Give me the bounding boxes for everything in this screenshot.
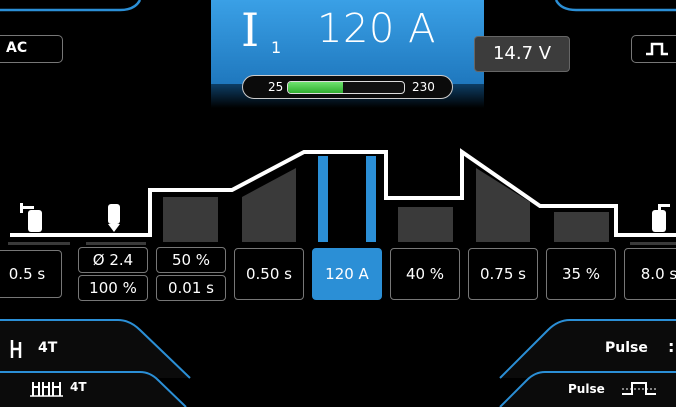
pulse-wave-icon <box>646 42 668 56</box>
current-value: 120 A <box>317 6 436 52</box>
param-pulse-percent[interactable]: 40 % <box>390 248 460 300</box>
trigger-4t-icon <box>10 340 22 358</box>
pulse-tab-small-label: Pulse <box>568 382 605 396</box>
stage-fill <box>163 197 218 242</box>
trigger-mode-label: 4T <box>38 340 58 356</box>
pulse-tab-dots: : <box>668 337 675 356</box>
pulse-wave-small-icon <box>622 382 658 395</box>
trigger-mode-tab[interactable]: 4T <box>0 320 150 370</box>
pulse-tab[interactable]: Pulse : <box>540 320 676 370</box>
param-end-percent[interactable]: 35 % <box>546 248 616 300</box>
param-postflow[interactable]: 8.0 s <box>624 248 676 300</box>
range-bar <box>287 81 405 94</box>
stage-fill <box>398 207 453 242</box>
voltage-readout: 14.7 V <box>474 36 570 72</box>
current-subscript: 1 <box>271 38 282 57</box>
range-max-label: 230 <box>412 80 435 94</box>
param-upslope[interactable]: 0.50 s <box>234 248 304 300</box>
range-min-label: 25 <box>268 80 284 94</box>
ac-mode-button[interactable]: AC <box>0 35 63 63</box>
trigger-mode-small-label: 4T <box>70 380 87 394</box>
current-symbol: I <box>241 3 260 57</box>
gas-prefow-icon <box>20 203 42 232</box>
param-start-percent[interactable]: 50 % <box>156 247 226 273</box>
trigger-mode-tab-small[interactable]: 4T <box>0 372 170 407</box>
param-downslope[interactable]: 0.75 s <box>468 248 538 300</box>
trigger-4t-small-icon <box>30 382 63 397</box>
gas-postflow-icon <box>652 204 670 232</box>
param-start-time[interactable]: 0.01 s <box>156 275 226 301</box>
electrode-icon <box>108 204 120 232</box>
param-electrode-diameter[interactable]: Ø 2.4 <box>78 247 148 273</box>
weld-cycle-graph <box>8 148 676 245</box>
active-stage-bar <box>366 156 376 242</box>
pulse-tab-label: Pulse <box>605 340 648 356</box>
stage-fill <box>554 212 609 242</box>
param-main-current[interactable]: 120 A <box>312 248 382 300</box>
param-preflow[interactable]: 0.5 s <box>0 250 62 298</box>
range-bar-fill <box>288 82 343 93</box>
param-electrode-percent[interactable]: 100 % <box>78 275 148 301</box>
pulse-mode-button[interactable] <box>631 35 676 63</box>
pulse-tab-small[interactable]: Pulse <box>530 372 676 407</box>
active-stage-bar <box>318 156 328 242</box>
